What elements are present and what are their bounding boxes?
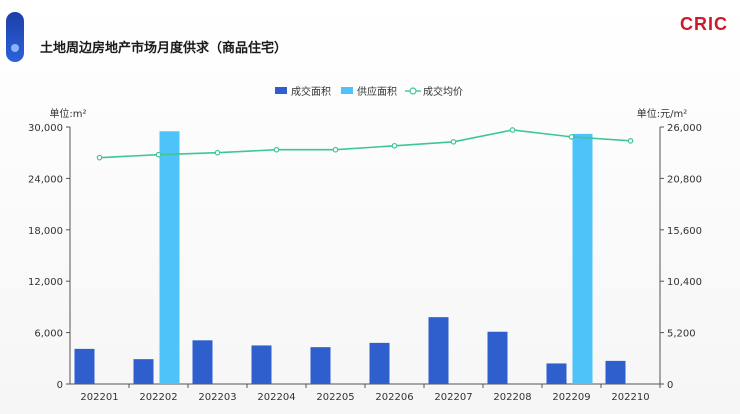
line-point	[155, 151, 162, 158]
bar-chengjiao-mianji	[487, 331, 508, 384]
x-tick-label: 202204	[257, 392, 295, 403]
y-left-tick-label: 24,000	[28, 174, 63, 185]
x-tick-label: 202207	[434, 392, 472, 403]
bar-gongying-mianji	[159, 131, 180, 384]
bar-chengjiao-mianji	[251, 345, 272, 384]
bar-gongying-mianji	[572, 133, 593, 384]
bar-chengjiao-mianji	[428, 317, 449, 384]
line-point	[214, 149, 221, 156]
y-right-tick-label: 5,200	[667, 329, 696, 340]
y-right-tick-label: 0	[667, 380, 673, 391]
x-tick-label: 202202	[139, 392, 177, 403]
legend-line-marker	[409, 87, 417, 95]
y-right-tick-label: 20,800	[667, 174, 702, 185]
chart-canvas: 单位:m² 单位:元/m² 0 6,000 12,000 18,000 24,000 30,0…	[28, 85, 702, 403]
y-right-tick-label: 15,600	[667, 226, 702, 237]
line-point	[332, 146, 339, 153]
y-right-unit-label: 单位:元/m²	[637, 107, 688, 120]
legend-label: 供应面积	[357, 85, 397, 98]
y-left-tick-label: 18,000	[28, 226, 63, 237]
x-tick-label: 202206	[375, 392, 413, 403]
x-tick-label: 202209	[552, 392, 590, 403]
x-tick-label: 202208	[493, 392, 531, 403]
x-tick-label: 202201	[80, 392, 118, 403]
line-point	[509, 127, 516, 133]
line-point	[391, 142, 398, 149]
line-point	[273, 146, 280, 153]
legend-swatch	[275, 87, 287, 94]
y-left-tick-label: 6,000	[34, 329, 63, 340]
legend-label: 成交面积	[291, 85, 331, 98]
line-point	[627, 138, 634, 144]
bar-chengjiao-mianji	[369, 342, 390, 384]
bar-chengjiao-mianji	[310, 347, 331, 384]
y-left-tick-label: 30,000	[28, 123, 63, 134]
bar-chengjiao-mianji	[605, 360, 626, 384]
y-left-unit-label: 单位:m²	[49, 107, 86, 120]
line-point	[450, 139, 457, 145]
x-tick-label: 202205	[316, 392, 354, 403]
legend-swatch	[341, 87, 353, 94]
x-tick-label: 202210	[611, 392, 649, 403]
legend-label: 成交均价	[423, 85, 463, 98]
y-right-tick-label: 26,000	[667, 123, 702, 134]
line-point	[568, 134, 575, 140]
bar-chengjiao-mianji	[546, 363, 567, 384]
y-right-tick-label: 10,400	[667, 277, 702, 288]
y-left-tick-label: 12,000	[28, 277, 63, 288]
y-left-tick-label: 0	[57, 380, 63, 391]
bar-chengjiao-mianji	[74, 348, 95, 384]
x-tick-label: 202203	[198, 392, 236, 403]
bar-chengjiao-mianji	[133, 359, 154, 384]
bar-chengjiao-mianji	[192, 340, 213, 384]
line-point	[96, 154, 103, 161]
